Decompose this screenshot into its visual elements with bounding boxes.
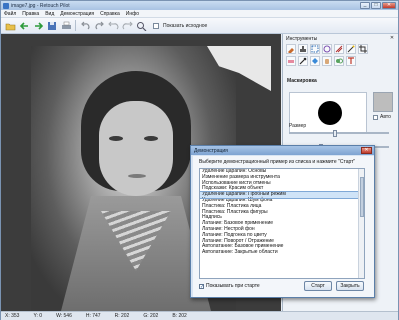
print-icon[interactable] [60, 20, 72, 32]
text-icon[interactable] [346, 56, 356, 66]
photo-left-eye [109, 136, 123, 141]
stamp-icon[interactable] [298, 44, 308, 54]
photo-torn-corner [207, 46, 271, 91]
photo-face [99, 101, 173, 196]
eyedropper-icon[interactable] [298, 56, 308, 66]
brush-icon[interactable] [286, 44, 296, 54]
save-icon[interactable] [46, 20, 58, 32]
show-on-start-checkbox[interactable]: ✓ [199, 284, 204, 290]
app-icon [3, 2, 9, 9]
dialog-prompt: Выберите демонстрационный пример из спис… [199, 159, 356, 165]
open-icon[interactable] [4, 20, 16, 32]
toolbar: Показать исходное [1, 18, 398, 34]
maximize-button[interactable]: □ [371, 2, 381, 9]
demo-list-item[interactable]: Автолатание: Закрытые области [200, 249, 364, 256]
patch-icon[interactable] [310, 44, 320, 54]
status-width: W: 546 [56, 313, 72, 319]
dialog-title: Демонстрация [194, 147, 228, 154]
menu-bar: Файл Правка Вид Демонстрация Справка Инф… [1, 10, 398, 18]
tool-row-2 [286, 56, 356, 66]
status-x: X: 353 [5, 313, 20, 319]
wand-icon[interactable] [346, 44, 356, 54]
demo-list-scrollbar[interactable] [358, 169, 364, 278]
demo-list-scroll-thumb[interactable] [360, 177, 364, 217]
eraser-icon[interactable] [286, 56, 296, 66]
photo-mouth [128, 174, 146, 178]
app-window: image7.jpg - Retouch Pilot _ □ ✕ Файл Пр… [0, 0, 399, 320]
size-slider-thumb[interactable] [333, 130, 338, 137]
status-height: H: 747 [85, 313, 101, 319]
menu-info[interactable]: Инфо [126, 11, 139, 17]
redo-all-icon[interactable] [121, 20, 133, 32]
status-y: Y: 0 [33, 313, 43, 319]
liquify-icon[interactable] [322, 44, 332, 54]
auto-checkbox[interactable] [373, 115, 378, 120]
crop-icon[interactable] [358, 44, 368, 54]
hand-icon[interactable] [322, 56, 332, 66]
dialog-close-icon[interactable]: ✕ [361, 147, 372, 154]
undo-all-icon[interactable] [107, 20, 119, 32]
show-original-checkbox[interactable] [153, 22, 159, 29]
size-label: Размер [289, 123, 307, 129]
menu-view[interactable]: Вид [45, 11, 54, 17]
close-dialog-button[interactable]: Закрыть [336, 281, 364, 291]
mask-color-swatch[interactable] [373, 92, 393, 112]
dialog-title-bar[interactable]: Демонстрация ✕ [191, 146, 374, 155]
status-bar: X: 353 Y: 0 W: 546 H: 747 R: 202 G: 202 … [1, 311, 398, 320]
status-green: G: 202 [143, 313, 159, 319]
window-title: image7.jpg - Retouch Pilot [11, 2, 70, 9]
photo-right-eye [144, 136, 158, 141]
menu-file[interactable]: Файл [4, 11, 16, 17]
panel-close-icon[interactable]: ✕ [389, 35, 395, 41]
demo-dialog: Демонстрация ✕ Выберите демонстрационный… [190, 145, 375, 298]
start-button[interactable]: Старт [304, 281, 332, 291]
forward-icon[interactable] [32, 20, 44, 32]
menu-demo[interactable]: Демонстрация [60, 11, 94, 17]
status-blue: B: 202 [172, 313, 187, 319]
panel-title: Инструменты [286, 36, 318, 42]
fill-icon[interactable] [310, 56, 320, 66]
show-on-start-label: Показывать при старте [206, 283, 260, 289]
show-original-label: Показать исходное [163, 22, 208, 29]
zoom-icon[interactable] [135, 20, 147, 32]
minimize-button[interactable]: _ [360, 2, 370, 9]
size-slider[interactable] [289, 130, 389, 137]
redo-icon[interactable] [93, 20, 105, 32]
undo-icon[interactable] [79, 20, 91, 32]
dialog-body: Выберите демонстрационный пример из спис… [193, 156, 374, 297]
scratch-icon[interactable] [334, 44, 344, 54]
auto-label: Авто [380, 114, 391, 120]
menu-help[interactable]: Справка [100, 11, 120, 17]
back-icon[interactable] [18, 20, 30, 32]
close-button[interactable]: ✕ [382, 2, 396, 9]
mask-brush-dot [318, 101, 342, 125]
menu-edit[interactable]: Правка [22, 11, 39, 17]
clone-icon[interactable] [334, 56, 344, 66]
mask-section-label: Маскировка [287, 78, 317, 84]
tool-row-1 [286, 44, 368, 54]
toolbar-separator [75, 20, 76, 31]
demo-list[interactable]: Удаление царапин: Основы Изменение размер… [199, 168, 365, 279]
status-red: R: 202 [114, 313, 130, 319]
title-bar[interactable]: image7.jpg - Retouch Pilot _ □ ✕ [1, 1, 398, 10]
